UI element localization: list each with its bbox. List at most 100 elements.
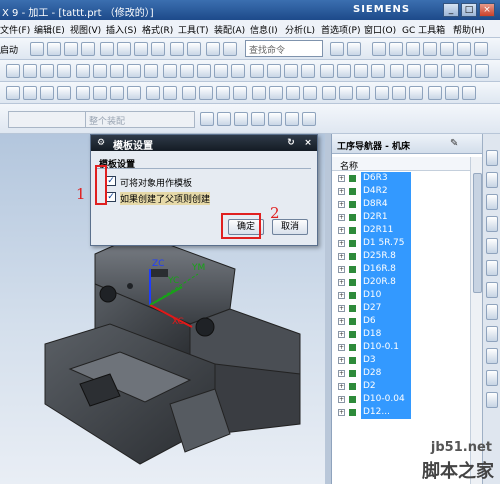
verify-toolpath-icon[interactable] (197, 64, 211, 78)
expand-icon[interactable]: + (338, 370, 345, 377)
hd3d-icon[interactable] (486, 238, 498, 254)
menu-file[interactable]: 文件(F) (0, 23, 30, 36)
navigator-item[interactable]: + D8R4 (332, 198, 470, 211)
color-icon[interactable] (423, 42, 437, 56)
expand-icon[interactable]: + (338, 409, 345, 416)
sketch-icon[interactable] (252, 86, 266, 100)
save-icon[interactable] (64, 42, 78, 56)
menu-gc-toolbox[interactable]: GC 工具箱 (402, 23, 445, 36)
delete-object-icon[interactable] (301, 64, 315, 78)
program-order-view-icon[interactable] (93, 64, 107, 78)
navigator-item[interactable]: + D12... (332, 406, 470, 419)
wireframe-icon[interactable] (6, 86, 20, 100)
menu-info[interactable]: 信息(I) (250, 23, 278, 36)
create-method-icon[interactable] (57, 64, 71, 78)
expand-icon[interactable]: + (338, 396, 345, 403)
menu-insert[interactable]: 插入(S) (106, 23, 137, 36)
revolve-icon[interactable] (286, 86, 300, 100)
expand-icon[interactable]: + (338, 331, 345, 338)
navigator-item[interactable]: + D27 (332, 302, 470, 315)
point-icon[interactable] (182, 86, 196, 100)
copy-object-icon[interactable] (284, 64, 298, 78)
fit-icon[interactable] (407, 64, 421, 78)
view-icon[interactable] (457, 42, 471, 56)
zoom-icon[interactable] (424, 64, 438, 78)
menu-format[interactable]: 格式(R) (142, 23, 173, 36)
shop-doc-icon[interactable] (231, 64, 245, 78)
rename-icon[interactable] (320, 64, 334, 78)
tool-display-icon[interactable] (354, 64, 368, 78)
undo-icon[interactable] (170, 42, 184, 56)
navigator-item[interactable]: + D10 (332, 289, 470, 302)
measure-icon[interactable] (440, 42, 454, 56)
boolean-icon[interactable] (322, 86, 336, 100)
cut-object-icon[interactable] (267, 64, 281, 78)
navigator-item[interactable]: + D2R11 (332, 224, 470, 237)
expand-icon[interactable]: + (338, 253, 345, 260)
print-icon[interactable] (81, 42, 95, 56)
perspective-icon[interactable] (57, 86, 71, 100)
snap-icon[interactable] (375, 86, 389, 100)
cut-icon[interactable] (100, 42, 114, 56)
angle-icon[interactable] (462, 86, 476, 100)
analysis-icon[interactable] (428, 86, 442, 100)
feed-speed-icon[interactable] (337, 64, 351, 78)
navigator-item[interactable]: + D10-0.1 (332, 341, 470, 354)
hole-icon[interactable] (303, 86, 317, 100)
close-icon[interactable]: × (479, 3, 495, 17)
create-program-icon[interactable] (6, 64, 20, 78)
filter-icon[interactable] (392, 86, 406, 100)
layer-icon[interactable] (372, 42, 386, 56)
expand-icon[interactable]: + (338, 383, 345, 390)
light-icon[interactable] (40, 86, 54, 100)
selection-intent-icon[interactable] (234, 112, 248, 126)
menu-analysis[interactable]: 分析(L) (285, 23, 315, 36)
expand-icon[interactable]: + (338, 175, 345, 182)
menu-edit[interactable]: 编辑(E) (34, 23, 65, 36)
pin-icon[interactable]: ✎ (450, 138, 462, 150)
expand-icon[interactable]: + (338, 188, 345, 195)
spline-icon[interactable] (233, 86, 247, 100)
point-on-curve-icon[interactable] (251, 112, 265, 126)
snap-point-icon[interactable] (200, 112, 214, 126)
menu-assembly[interactable]: 装配(A) (214, 23, 245, 36)
blend-icon[interactable] (339, 86, 353, 100)
scope-filter-dropdown[interactable]: 整个装配 (85, 111, 195, 128)
help-icon[interactable] (347, 42, 361, 56)
menu-tools[interactable]: 工具(T) (178, 23, 209, 36)
right-view-icon[interactable] (110, 86, 124, 100)
navigator-item[interactable]: + D6 (332, 315, 470, 328)
machine-navigator-icon[interactable] (486, 392, 498, 408)
menu-view[interactable]: 视图(V) (70, 23, 101, 36)
navigator-item[interactable]: + D6R3 (332, 172, 470, 185)
redo-icon[interactable] (187, 42, 201, 56)
expand-icon[interactable]: + (338, 240, 345, 247)
expand-icon[interactable]: + (338, 357, 345, 364)
section-icon[interactable] (23, 86, 37, 100)
expand-icon[interactable]: + (338, 227, 345, 234)
navigator-item[interactable]: + D18 (332, 328, 470, 341)
navigator-item[interactable]: + D2R1 (332, 211, 470, 224)
blank-display-icon[interactable] (371, 64, 385, 78)
distance-icon[interactable] (445, 86, 459, 100)
web-browser-icon[interactable] (486, 260, 498, 276)
machine-tool-view-icon[interactable] (110, 64, 124, 78)
history-icon[interactable] (486, 282, 498, 298)
scrollbar-thumb[interactable] (473, 173, 482, 293)
navigator-item[interactable]: + D28 (332, 367, 470, 380)
pin-icon[interactable] (474, 42, 488, 56)
arc-icon[interactable] (216, 86, 230, 100)
navigator-item[interactable]: + D2 (332, 380, 470, 393)
navigator-item[interactable]: + D1 5R.75 (332, 237, 470, 250)
maximize-icon[interactable]: □ (461, 3, 477, 17)
navigator-item[interactable]: + D25R.8 (332, 250, 470, 263)
start-button[interactable]: 启动 (0, 43, 18, 56)
hide-icon[interactable] (406, 42, 420, 56)
iso-view-icon[interactable] (127, 86, 141, 100)
selection-icon[interactable] (206, 42, 220, 56)
assembly-navigator-icon[interactable] (486, 150, 498, 166)
generate-toolpath-icon[interactable] (163, 64, 177, 78)
reuse-library-icon[interactable] (486, 216, 498, 232)
expand-icon[interactable]: + (338, 201, 345, 208)
create-operation-icon[interactable] (76, 64, 90, 78)
